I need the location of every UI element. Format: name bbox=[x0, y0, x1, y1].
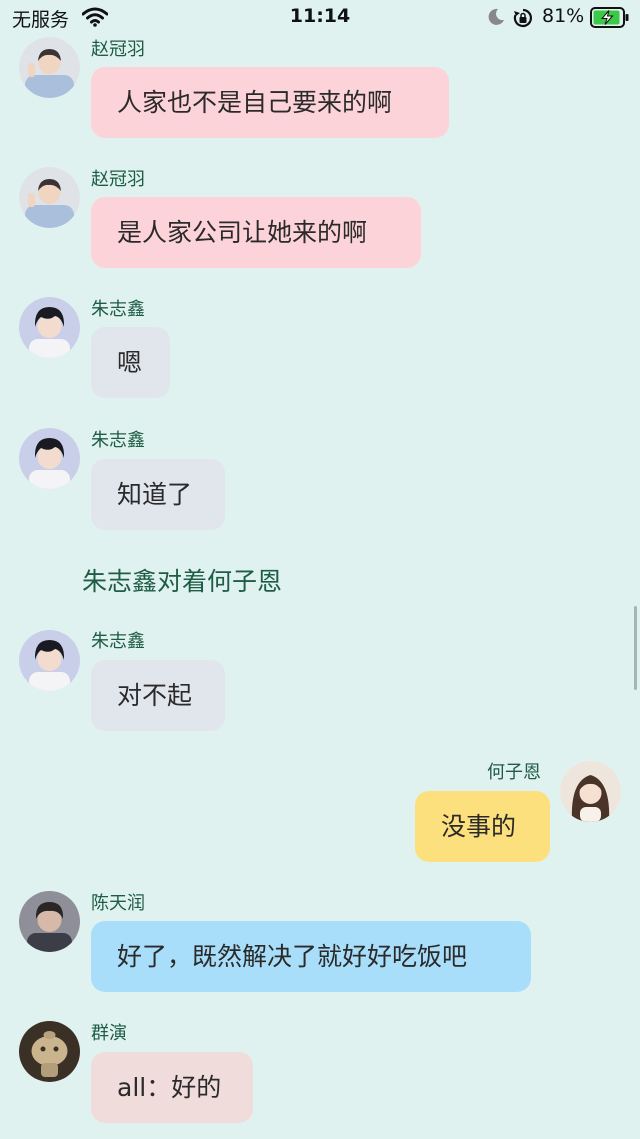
sender-name: 赵冠羽 bbox=[91, 39, 145, 60]
avatar-crowd[interactable] bbox=[19, 1021, 80, 1082]
avatar-chen[interactable] bbox=[19, 891, 80, 952]
avatar-zhu[interactable] bbox=[19, 428, 80, 489]
chat-area[interactable]: 赵冠羽 人家也不是自己要来的啊 赵冠羽 是人家公司让她来的啊 朱志鑫 嗯 朱志鑫… bbox=[0, 0, 640, 1139]
message-bubble[interactable]: 没事的 bbox=[415, 791, 550, 862]
message-bubble[interactable]: 知道了 bbox=[91, 459, 225, 530]
message-bubble[interactable]: all：好的 bbox=[91, 1052, 253, 1123]
narration-text: 朱志鑫对着何子恩 bbox=[82, 567, 283, 596]
avatar-zhu[interactable] bbox=[19, 297, 80, 358]
message-bubble[interactable]: 人家也不是自己要来的啊 bbox=[91, 67, 449, 138]
sender-name: 群演 bbox=[91, 1023, 127, 1044]
sender-name: 赵冠羽 bbox=[91, 169, 145, 190]
message-bubble[interactable]: 是人家公司让她来的啊 bbox=[91, 197, 421, 268]
avatar-zhao[interactable] bbox=[19, 167, 80, 228]
scrollbar[interactable] bbox=[634, 606, 637, 690]
avatar-he[interactable] bbox=[560, 761, 621, 822]
sender-name: 朱志鑫 bbox=[91, 430, 145, 451]
message-bubble[interactable]: 好了，既然解决了就好好吃饭吧 bbox=[91, 921, 531, 992]
message-bubble[interactable]: 嗯 bbox=[91, 327, 170, 398]
sender-name: 何子恩 bbox=[487, 762, 541, 783]
sender-name: 朱志鑫 bbox=[91, 299, 145, 320]
sender-name: 朱志鑫 bbox=[91, 631, 145, 652]
avatar-zhu[interactable] bbox=[19, 630, 80, 691]
message-bubble[interactable]: 对不起 bbox=[91, 660, 225, 731]
sender-name: 陈天润 bbox=[91, 893, 145, 914]
avatar-zhao[interactable] bbox=[19, 37, 80, 98]
